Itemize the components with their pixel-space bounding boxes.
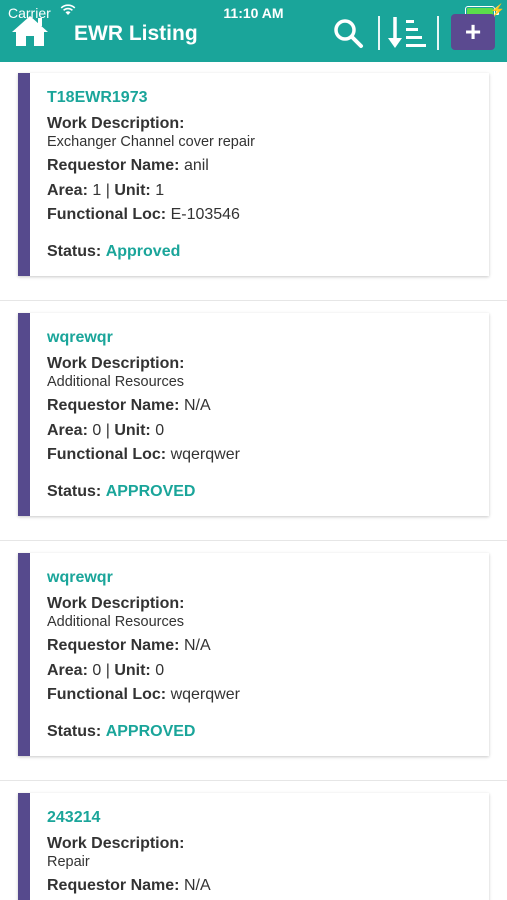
work-description-label: Work Description: [47,115,185,132]
status-bar: Carrier 11:10 AM ⚡ [0,0,507,21]
area-value: 0 [92,662,102,679]
ewr-id[interactable]: wqrewqr [47,569,113,587]
requestor-row: Requestor Name: N/A [47,637,211,654]
functional-loc-value: wqerqwer [170,686,240,703]
list-separator [0,540,507,541]
requestor-value: anil [183,157,209,174]
ewr-card[interactable]: 243214 Work Description: Repair Requesto… [18,793,489,900]
home-icon [12,16,48,46]
requestor-value: N/A [183,877,211,894]
card-accent-bar [18,793,30,900]
ewr-list[interactable]: T18EWR1973 Work Description: Exchanger C… [0,62,507,900]
header-divider [437,16,439,50]
requestor-value: N/A [183,637,211,654]
status-row: Status: APPROVED [47,723,196,740]
work-description-value: Additional Resources [47,374,185,390]
card-accent-bar [18,553,30,756]
ewr-card[interactable]: wqrewqr Work Description: Additional Res… [18,553,489,756]
ewr-id[interactable]: 243214 [47,809,100,827]
functional-loc-row: Functional Loc: wqerqwer [47,446,240,463]
status-badge: Approved [105,243,181,260]
status-badge: APPROVED [105,483,196,500]
sort-icon [388,17,426,48]
add-button[interactable]: + [451,14,495,50]
requestor-row: Requestor Name: N/A [47,397,211,414]
requestor-value: N/A [183,397,211,414]
search-icon [334,19,363,48]
functional-loc-row: Functional Loc: E-103546 [47,206,240,223]
status-row: Status: Approved [47,243,181,260]
requestor-row: Requestor Name: anil [47,157,209,174]
header-divider [378,16,380,50]
work-description-label: Work Description: [47,595,185,612]
card-accent-bar [18,313,30,516]
area-value: 0 [92,422,102,439]
work-description-label: Work Description: [47,835,185,852]
list-separator [0,300,507,301]
work-description-value: Repair [47,854,90,870]
ewr-card[interactable]: T18EWR1973 Work Description: Exchanger C… [18,73,489,276]
app-header: Carrier 11:10 AM ⚡ EWR Listing + [0,0,507,62]
functional-loc-value: wqerqwer [170,446,240,463]
clock: 11:10 AM [223,5,284,21]
requestor-row: Requestor Name: N/A [47,877,211,894]
work-description-label: Work Description: [47,355,185,372]
ewr-card[interactable]: wqrewqr Work Description: Additional Res… [18,313,489,516]
plus-icon: + [464,16,482,47]
area-unit-row: Area: 0 | Unit: 0 [47,422,165,439]
card-accent-bar [18,73,30,276]
ewr-id[interactable]: T18EWR1973 [47,89,148,107]
area-unit-row: Area: 1 | Unit: 1 [47,182,165,199]
unit-value: 0 [155,662,165,679]
sort-button[interactable] [386,14,428,52]
functional-loc-row: Functional Loc: wqerqwer [47,686,240,703]
search-button[interactable] [332,17,364,49]
page-title: EWR Listing [74,22,198,45]
status-badge: APPROVED [105,723,196,740]
list-separator [0,780,507,781]
unit-value: 1 [155,182,165,199]
area-value: 1 [92,182,102,199]
area-unit-row: Area: 0 | Unit: 0 [47,662,165,679]
home-button[interactable] [11,14,49,48]
unit-value: 0 [155,422,165,439]
work-description-value: Exchanger Channel cover repair [47,134,255,150]
work-description-value: Additional Resources [47,614,185,630]
status-row: Status: APPROVED [47,483,196,500]
functional-loc-value: E-103546 [170,206,240,223]
ewr-id[interactable]: wqrewqr [47,329,113,347]
